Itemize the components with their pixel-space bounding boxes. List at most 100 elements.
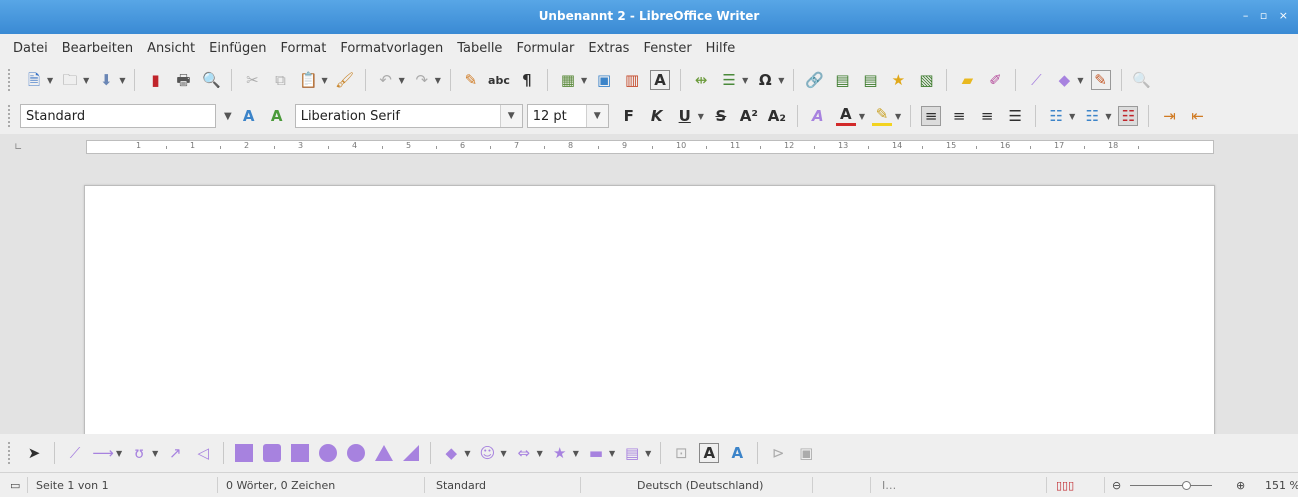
select-arrow-icon[interactable]: ➤	[24, 443, 44, 463]
square-icon[interactable]	[291, 444, 310, 462]
open-folder-icon[interactable]: 🗀	[60, 70, 80, 90]
chevron-down-icon[interactable]: ▼	[83, 76, 89, 85]
superscript-icon[interactable]: A²	[739, 106, 759, 126]
circle-icon[interactable]	[347, 444, 366, 462]
right-triangle-icon[interactable]	[403, 445, 420, 461]
bold-button[interactable]: F	[619, 106, 639, 126]
bookmark-icon[interactable]: ★	[888, 70, 908, 90]
insert-mode[interactable]: I…	[882, 473, 896, 497]
underline-button[interactable]: U	[675, 106, 695, 126]
chevron-down-icon[interactable]: ▼	[399, 76, 405, 85]
undo-icon[interactable]: ↶	[376, 70, 396, 90]
new-document-icon[interactable]: 🗎	[24, 70, 44, 90]
insert-chart-icon[interactable]: ▥	[622, 70, 642, 90]
flowchart-icon[interactable]: ▤	[622, 443, 642, 463]
italic-button[interactable]: K	[647, 106, 667, 126]
align-left-icon[interactable]: ≡	[921, 106, 942, 126]
chevron-down-icon[interactable]: ▼	[321, 76, 327, 85]
clone-formatting-icon[interactable]: 🖌	[335, 70, 355, 90]
export-pdf-icon[interactable]: ▮	[145, 70, 165, 90]
cut-icon[interactable]: ✂	[242, 70, 262, 90]
insert-caption-icon[interactable]: ⊡	[671, 443, 691, 463]
align-center-icon[interactable]: ≡	[949, 106, 969, 126]
insert-page-break-icon[interactable]: ⇹	[691, 70, 711, 90]
chevron-down-icon[interactable]: ▼	[742, 76, 748, 85]
chevron-down-icon[interactable]: ▼	[698, 112, 704, 121]
hyperlink-icon[interactable]: 🔗	[804, 70, 824, 90]
chevron-down-icon[interactable]: ▼	[1069, 112, 1075, 121]
chevron-down-icon[interactable]: ▼	[119, 76, 125, 85]
menu-extras[interactable]: Extras	[581, 41, 636, 56]
page-style[interactable]: Standard	[436, 473, 486, 497]
numbered-list-icon[interactable]: ☷	[1082, 106, 1102, 126]
rectangle-rounded-icon[interactable]	[263, 444, 282, 462]
font-size-select[interactable]: 12 pt ▼	[526, 104, 609, 128]
connector-icon[interactable]: ↗	[165, 443, 185, 463]
fontwork-icon[interactable]: A	[727, 443, 747, 463]
endnote-icon[interactable]: ▤	[860, 70, 880, 90]
rectangle-icon[interactable]	[235, 444, 254, 462]
chevron-down-icon[interactable]: ▼	[581, 76, 587, 85]
zoom-level[interactable]: 151 %	[1265, 473, 1298, 497]
save-icon[interactable]: ⬇	[96, 70, 116, 90]
word-count[interactable]: 0 Wörter, 0 Zeichen	[226, 473, 335, 497]
spellcheck-icon[interactable]: abc	[488, 70, 510, 90]
chevron-down-icon[interactable]: ▼	[435, 76, 441, 85]
footnote-icon[interactable]: ▤	[832, 70, 852, 90]
chevron-down-icon[interactable]: ▼	[500, 449, 506, 458]
insert-field-icon[interactable]: ☰	[719, 70, 739, 90]
menu-formular[interactable]: Formular	[509, 41, 581, 56]
subscript-icon[interactable]: A₂	[767, 106, 787, 126]
strikethrough-icon[interactable]: S	[711, 106, 731, 126]
window-controls[interactable]: – ▫ ×	[1243, 9, 1292, 22]
block-arrows-icon[interactable]: ⇔	[514, 443, 534, 463]
symbol-shapes-icon[interactable]: ☺	[477, 443, 497, 463]
chevron-down-icon[interactable]: ▼	[224, 111, 232, 122]
find-replace-icon[interactable]: ✎	[461, 70, 481, 90]
chevron-down-icon[interactable]: ▼	[895, 112, 901, 121]
decrease-indent-icon[interactable]: ⇤	[1187, 106, 1207, 126]
chevron-down-icon[interactable]: ▼	[859, 112, 865, 121]
menu-fenster[interactable]: Fenster	[636, 41, 698, 56]
clear-formatting-icon[interactable]: A	[808, 106, 828, 126]
paragraph-style-select[interactable]: Standard	[20, 104, 216, 128]
triangle-icon[interactable]	[375, 445, 394, 461]
line-icon[interactable]: ⟋	[65, 443, 85, 463]
toolbar-grip[interactable]	[8, 442, 12, 464]
copy-icon[interactable]: ⧉	[270, 70, 290, 90]
special-character-icon[interactable]: Ω	[755, 70, 775, 90]
page-count[interactable]: Seite 1 von 1	[36, 473, 109, 497]
insert-table-icon[interactable]: ▦	[558, 70, 578, 90]
zoom-slider[interactable]	[1130, 473, 1212, 497]
menu-bearbeiten[interactable]: Bearbeiten	[55, 41, 140, 56]
zoom-icon[interactable]: 🔍	[1132, 70, 1152, 90]
menu-format[interactable]: Format	[274, 41, 334, 56]
language[interactable]: Deutsch (Deutschland)	[637, 473, 763, 497]
print-preview-icon[interactable]: 🔍	[201, 70, 221, 90]
menu-ansicht[interactable]: Ansicht	[140, 41, 202, 56]
paste-icon[interactable]: 📋	[298, 70, 318, 90]
line-icon[interactable]: ⟋	[1026, 70, 1046, 90]
insert-image-icon[interactable]: ▣	[594, 70, 614, 90]
show-draw-functions-icon[interactable]: ✎	[1090, 70, 1111, 90]
chevron-down-icon[interactable]: ▼	[585, 105, 608, 127]
formatting-marks-icon[interactable]: ¶	[517, 70, 537, 90]
chevron-down-icon[interactable]: ▼	[645, 449, 651, 458]
increase-indent-icon[interactable]: ⇥	[1159, 106, 1179, 126]
toolbar-grip[interactable]	[8, 69, 12, 91]
document-page[interactable]	[84, 185, 1215, 434]
view-layout-icon[interactable]: ▯▯▯	[1056, 473, 1074, 497]
menu-einfuegen[interactable]: Einfügen	[202, 41, 273, 56]
insert-textbox-icon[interactable]: A	[650, 70, 671, 90]
chevron-down-icon[interactable]: ▼	[152, 449, 158, 458]
track-changes-icon[interactable]: ✐	[985, 70, 1005, 90]
zoom-slider-knob[interactable]	[1182, 480, 1191, 490]
curve-icon[interactable]: ʊ	[129, 443, 149, 463]
toggle-extrusion-icon[interactable]: ▣	[796, 443, 816, 463]
polygon-icon[interactable]: ◁	[193, 443, 213, 463]
print-icon[interactable]: 🖶	[173, 70, 193, 90]
no-list-icon[interactable]: ☷	[1118, 106, 1139, 126]
chevron-down-icon[interactable]: ▼	[464, 449, 470, 458]
horizontal-ruler[interactable]: 1 1 2 3 4 5 6 7 8 9 10 11 12 13 14 15 16 17 18	[86, 140, 1214, 154]
comment-icon[interactable]: ▰	[957, 70, 977, 90]
